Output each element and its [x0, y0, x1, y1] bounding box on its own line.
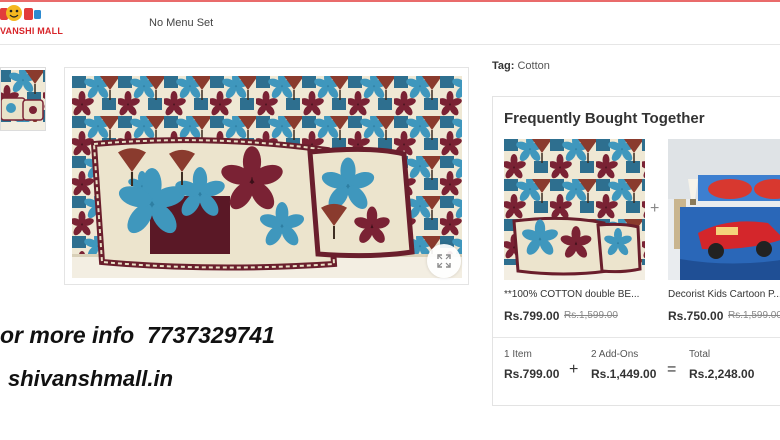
fbt-title: Frequently Bought Together — [504, 110, 705, 127]
summary-equals-operator: = — [667, 361, 677, 378]
fbt-product-old-price-2: Rs.1,599.00 — [728, 310, 780, 321]
summary-item-value: Rs.799.00 — [504, 367, 560, 381]
summary-addons-value: Rs.1,449.00 — [591, 367, 657, 381]
product-tag-line: Tag: Cotton — [492, 60, 550, 72]
promo-website-text: shivanshmall.in — [8, 366, 174, 391]
summary-addons-label: 2 Add-Ons — [591, 349, 639, 360]
menu-placeholder-text: No Menu Set — [149, 17, 214, 29]
main-product-image-frame — [64, 67, 469, 285]
product-thumbnail[interactable] — [0, 67, 46, 131]
fbt-product-old-price-1: Rs.1,599.00 — [564, 310, 618, 321]
fbt-plus-separator: + — [650, 200, 660, 217]
promo-contact-text: or more info 7737329741 — [0, 322, 275, 348]
logo-mascot-icon — [0, 5, 41, 21]
fbt-product-image-bedsheet[interactable] — [504, 139, 645, 280]
fbt-product-image-cartoon[interactable] — [668, 139, 780, 280]
zoom-expand-button[interactable] — [427, 244, 461, 278]
fbt-product-price-1: Rs.799.00 — [504, 309, 560, 323]
expand-icon — [437, 254, 451, 268]
tag-link-cotton[interactable]: Cotton — [517, 60, 549, 72]
summary-item-label: 1 Item — [504, 349, 532, 360]
fbt-divider — [493, 337, 780, 338]
summary-plus-operator: + — [569, 361, 579, 378]
fbt-product-name-1[interactable]: **100% COTTON double BE... — [504, 289, 645, 300]
logo-text: VANSHI MALL — [0, 26, 64, 36]
thumbnail-image — [1, 70, 45, 130]
summary-total-value: Rs.2,248.00 — [689, 367, 755, 381]
site-logo[interactable]: VANSHI MALL — [0, 4, 64, 42]
fbt-product-price-2: Rs.750.00 — [668, 309, 724, 323]
tag-label: Tag: — [492, 60, 515, 72]
summary-total-label: Total — [689, 349, 711, 360]
site-header: VANSHI MALL No Menu Set — [0, 2, 780, 45]
fbt-product-name-2[interactable]: Decorist Kids Cartoon P... — [668, 289, 780, 300]
main-product-image[interactable] — [72, 76, 462, 278]
frequently-bought-together-panel: Frequently Bought Together + **100% COTT… — [492, 96, 780, 406]
